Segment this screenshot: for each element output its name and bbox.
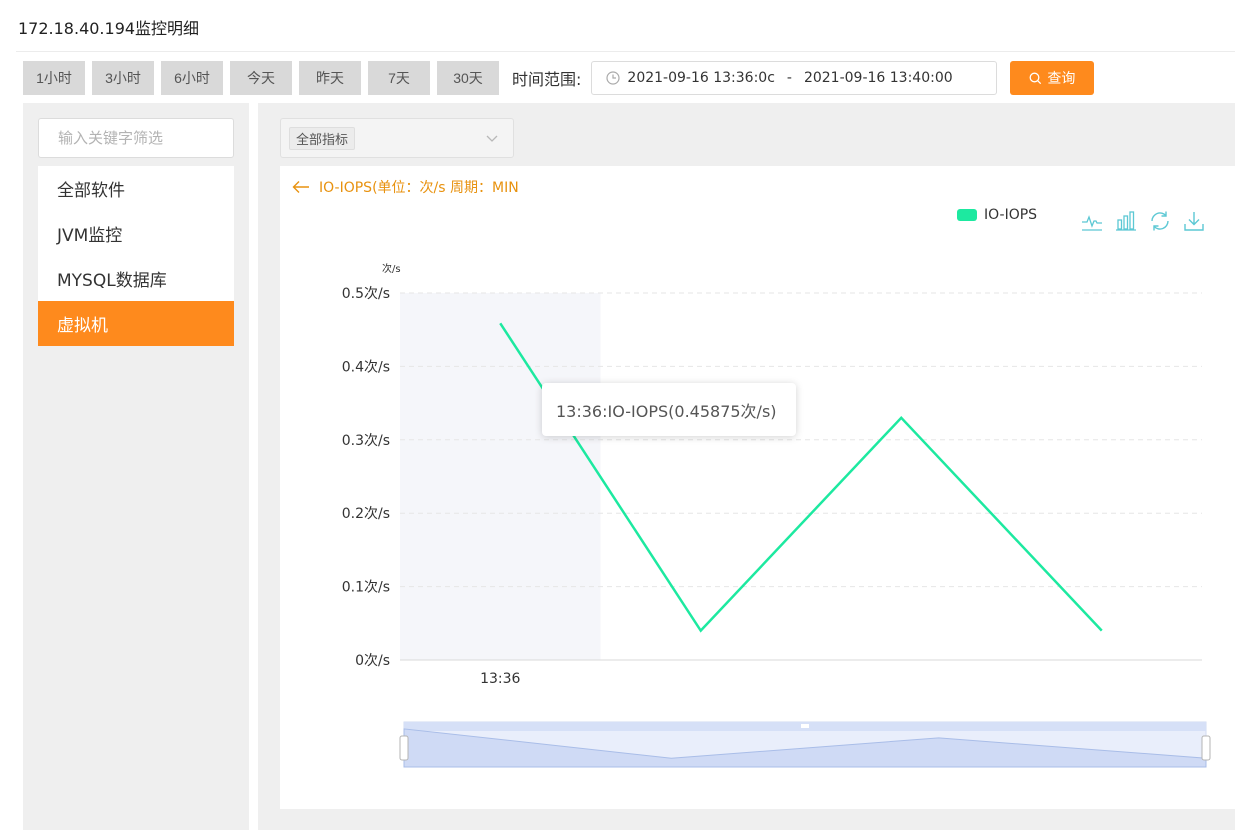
start-time[interactable]: 2021-09-16 13:36:0c: [627, 70, 774, 86]
search-icon: [1029, 72, 1042, 84]
back-link[interactable]: IO-IOPS(单位：次/s 周期：MIN: [292, 177, 519, 197]
date-separator: -: [786, 70, 792, 86]
end-time[interactable]: 2021-09-16 13:40:00: [804, 70, 953, 86]
toolbar: 1小时 3小时 6小时 今天 昨天 7天 30天 时间范围: 2021-09-1…: [23, 61, 1095, 95]
range-3h-button[interactable]: 3小时: [92, 61, 154, 95]
filter-input[interactable]: [38, 118, 234, 158]
time-range-label: 时间范围:: [512, 70, 582, 89]
download-icon[interactable]: [1182, 209, 1206, 233]
sidebar-item-mysql[interactable]: MYSQL数据库: [38, 256, 234, 301]
metric-tag: 全部指标: [289, 126, 356, 150]
chart-card: IO-IOPS(单位：次/s 周期：MIN IO-IOPS: [280, 166, 1235, 809]
range-7d-button[interactable]: 7天: [368, 61, 430, 95]
refresh-icon[interactable]: [1148, 209, 1172, 233]
line-chart-icon[interactable]: [1080, 209, 1104, 233]
sidebar-item-vm[interactable]: 虚拟机: [38, 301, 234, 346]
sidebar-item-jvm[interactable]: JVM监控: [38, 211, 234, 256]
chart-toolbox: [1080, 209, 1216, 233]
bar-chart-icon[interactable]: [1114, 209, 1138, 233]
range-yesterday-button[interactable]: 昨天: [299, 61, 361, 95]
range-30d-button[interactable]: 30天: [437, 61, 499, 95]
clock-icon: [606, 71, 621, 85]
range-1h-button[interactable]: 1小时: [23, 61, 85, 95]
main-panel: 全部指标 IO-IOPS(单位：次/s 周期：MIN IO-IOPS: [258, 103, 1235, 830]
metric-select[interactable]: 全部指标: [280, 118, 514, 158]
chart-tooltip: 13:36:IO-IOPS(0.45875次/s): [542, 383, 796, 436]
sidebar-item-all-software[interactable]: 全部软件: [38, 166, 234, 211]
chevron-down-icon: [486, 135, 498, 142]
legend-swatch: [957, 209, 977, 221]
query-label: 查询: [1047, 70, 1076, 86]
legend-label: IO-IOPS: [984, 207, 1038, 223]
range-today-button[interactable]: 今天: [230, 61, 292, 95]
chart-legend[interactable]: IO-IOPS: [957, 207, 1037, 223]
software-list: 全部软件 JVM监控 MYSQL数据库 虚拟机: [38, 166, 234, 346]
date-range-picker[interactable]: 2021-09-16 13:36:0c - 2021-09-16 13:40:0…: [591, 61, 998, 95]
title-divider: [16, 51, 1235, 52]
query-button[interactable]: 查询: [1010, 61, 1095, 95]
range-6h-button[interactable]: 6小时: [161, 61, 223, 95]
page-title: 172.18.40.194监控明细: [18, 19, 200, 38]
arrow-left-icon: [292, 181, 309, 193]
sidebar: 全部软件 JVM监控 MYSQL数据库 虚拟机: [23, 103, 249, 830]
chart-title: IO-IOPS(单位：次/s 周期：MIN: [319, 180, 519, 196]
